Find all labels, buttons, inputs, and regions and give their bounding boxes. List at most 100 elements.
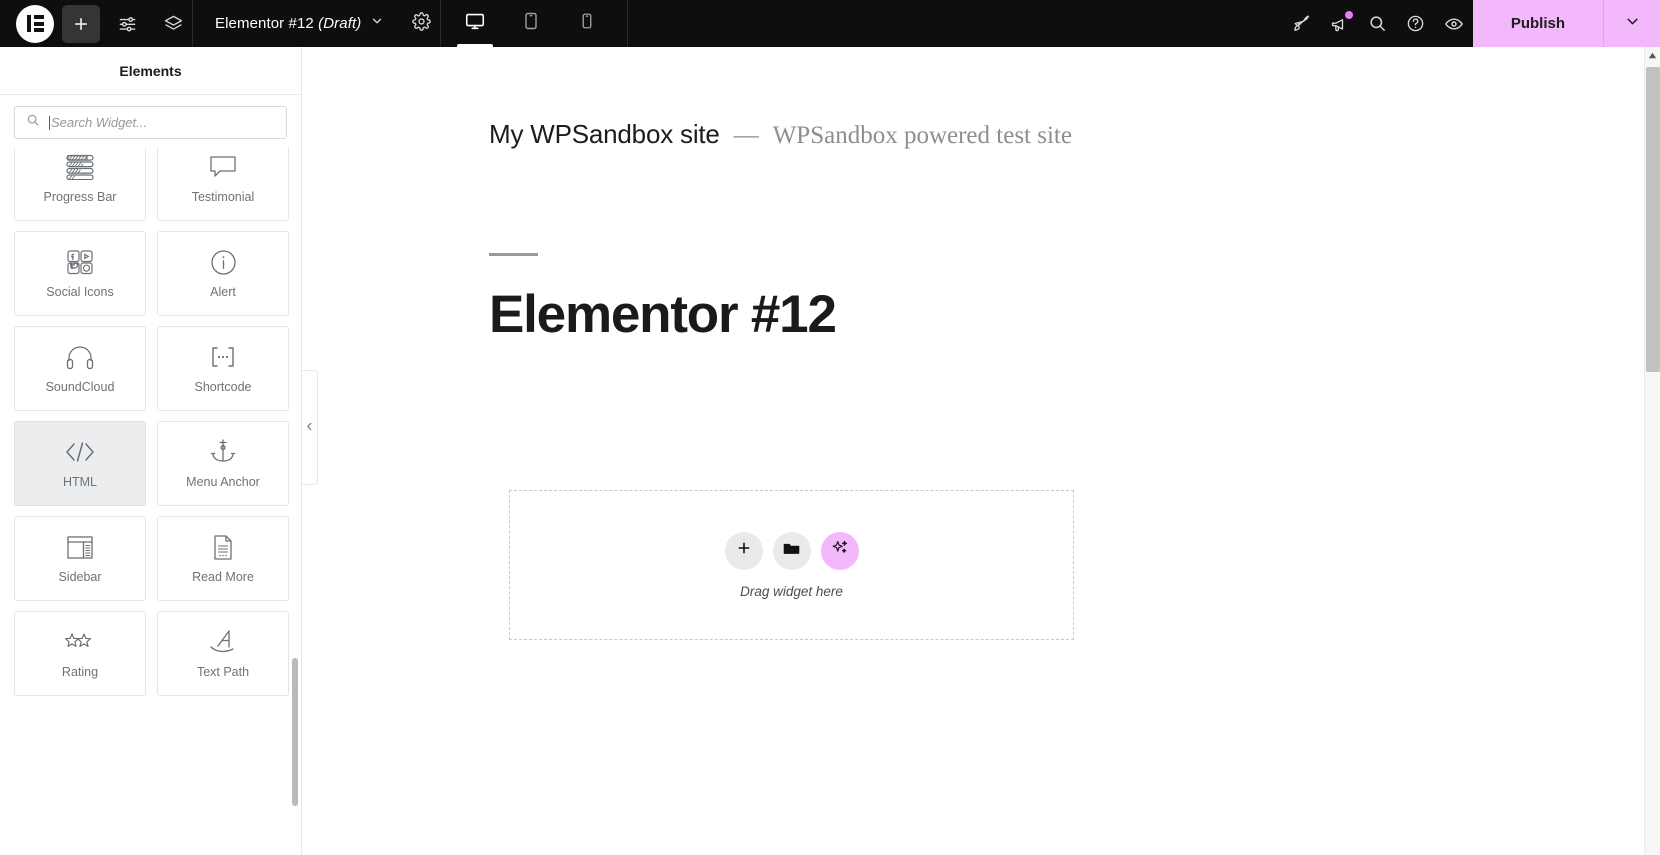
mobile-phone-icon xyxy=(578,12,596,35)
publish-label: Publish xyxy=(1510,15,1565,32)
structure-layers-button[interactable] xyxy=(154,5,192,43)
widget-card-soundcloud[interactable]: SoundCloud xyxy=(14,326,146,411)
code-tags-icon xyxy=(65,438,95,466)
ai-generate-button[interactable] xyxy=(820,531,859,570)
widget-card-progress-bar[interactable]: Progress Bar xyxy=(14,148,146,221)
sparkles-icon xyxy=(831,539,849,562)
widget-card-html[interactable]: HTML xyxy=(14,421,146,506)
widget-search-area xyxy=(0,95,301,148)
widget-card-shortcode[interactable]: Shortcode xyxy=(157,326,289,411)
help-button[interactable] xyxy=(1397,5,1435,43)
scrollbar-thumb[interactable] xyxy=(1646,67,1660,372)
widget-label: Text Path xyxy=(196,665,250,679)
add-template-button[interactable] xyxy=(772,531,811,570)
site-separator: — xyxy=(733,122,759,149)
tablet-icon xyxy=(521,11,541,36)
widget-card-sidebar[interactable]: Sidebar xyxy=(14,516,146,601)
widget-card-rating[interactable]: Rating xyxy=(14,611,146,696)
site-title[interactable]: My WPSandbox site xyxy=(489,119,720,150)
shortcode-brackets-icon xyxy=(208,343,238,371)
tablet-view-button[interactable] xyxy=(503,0,559,47)
document-title-dropdown[interactable]: Elementor #12 (Draft) xyxy=(193,0,402,47)
search-icon xyxy=(1368,14,1387,33)
top-bar-right-group: Publish xyxy=(1283,0,1660,47)
site-branding: My WPSandbox site — WPSandbox powered te… xyxy=(303,47,1644,150)
plus-icon xyxy=(72,15,90,33)
heading-rule xyxy=(489,253,538,256)
document-settings-button[interactable] xyxy=(402,5,440,43)
widget-label: Menu Anchor xyxy=(186,475,260,489)
widget-label: Alert xyxy=(210,285,236,299)
widget-label: Sidebar xyxy=(58,570,102,584)
page-preview-canvas: My WPSandbox site — WPSandbox powered te… xyxy=(303,47,1644,855)
progress-bar-icon xyxy=(65,153,95,181)
widget-card-alert[interactable]: Alert xyxy=(157,231,289,316)
desktop-monitor-icon xyxy=(464,10,486,37)
widget-label: Rating xyxy=(61,665,99,679)
chevron-left-icon xyxy=(304,419,315,437)
elementor-logo[interactable] xyxy=(16,4,54,43)
stars-icon xyxy=(64,628,96,656)
page-title: Elementor #12 xyxy=(489,285,837,344)
widget-card-social-icons[interactable]: Social Icons xyxy=(14,231,146,316)
scroll-up-arrow[interactable] xyxy=(1645,47,1660,64)
panel-scrollbar-thumb[interactable] xyxy=(292,658,298,806)
text-path-icon xyxy=(209,628,237,656)
add-element-button[interactable] xyxy=(62,4,100,43)
top-bar-divider-right xyxy=(627,0,629,47)
chevron-down-icon xyxy=(370,14,384,33)
document-title: Elementor #12 (Draft) xyxy=(215,15,362,32)
widget-label: Progress Bar xyxy=(43,190,117,204)
publish-button[interactable]: Publish xyxy=(1472,0,1603,47)
top-bar-left-group xyxy=(0,0,192,47)
info-circle-icon xyxy=(210,248,237,276)
notification-badge xyxy=(1344,10,1353,19)
publish-options-button[interactable] xyxy=(1604,0,1660,47)
site-settings-button[interactable] xyxy=(108,5,146,43)
dropzone-label: Drag widget here xyxy=(740,583,843,599)
widget-grid: Progress Bar Testimonial Social Icons Al… xyxy=(14,148,289,696)
document-status: (Draft) xyxy=(318,15,362,32)
widget-card-menu-anchor[interactable]: Menu Anchor xyxy=(157,421,289,506)
widget-label: Social Icons xyxy=(46,285,114,299)
widget-label: SoundCloud xyxy=(45,380,115,394)
folder-icon xyxy=(783,540,800,562)
document-page-icon xyxy=(211,533,235,561)
search-input[interactable] xyxy=(50,107,286,138)
panel-header: Elements xyxy=(0,47,301,95)
widget-list-scroll-area: Progress Bar Testimonial Social Icons Al… xyxy=(0,148,301,855)
social-icons-icon xyxy=(66,248,94,276)
widget-card-text-path[interactable]: Text Path xyxy=(157,611,289,696)
help-icon xyxy=(1406,14,1425,33)
sidebar-layout-icon xyxy=(66,533,94,561)
browser-scrollbar[interactable] xyxy=(1644,47,1660,855)
dropzone-buttons xyxy=(724,531,859,570)
panel-collapse-handle[interactable] xyxy=(302,370,318,485)
preview-changes-button[interactable] xyxy=(1435,5,1473,43)
search-button[interactable] xyxy=(1359,5,1397,43)
elementor-editor: Elementor #12 (Draft) Publish Elements S… xyxy=(0,0,1660,855)
plus-icon xyxy=(736,540,752,561)
mobile-view-button[interactable] xyxy=(559,0,615,47)
add-widget-button[interactable] xyxy=(724,531,763,570)
widget-card-read-more[interactable]: Read More xyxy=(157,516,289,601)
notifications-button[interactable] xyxy=(1321,5,1359,43)
rocket-launch-icon xyxy=(1292,14,1311,33)
editor-top-bar: Elementor #12 (Draft) Publish xyxy=(0,0,1660,47)
headphones-icon xyxy=(66,343,94,371)
search-widget-box[interactable] xyxy=(14,106,287,139)
desktop-view-button[interactable] xyxy=(447,0,503,47)
chevron-down-icon xyxy=(1624,13,1641,35)
top-bar-center-group: Elementor #12 (Draft) xyxy=(193,0,440,47)
gear-icon xyxy=(412,11,431,36)
widget-dropzone[interactable]: Drag widget here xyxy=(509,490,1074,640)
responsive-view-switcher xyxy=(441,0,621,47)
widget-label: Testimonial xyxy=(191,190,255,204)
layers-icon xyxy=(164,14,183,33)
site-tagline: WPSandbox powered test site xyxy=(772,122,1072,149)
elementor-logo-glyph xyxy=(26,15,44,32)
search-icon xyxy=(26,113,40,132)
elements-panel: Elements Search Widget... Progress Bar T… xyxy=(0,47,302,855)
widget-card-testimonial[interactable]: Testimonial xyxy=(157,148,289,221)
finder-rocket-button[interactable] xyxy=(1283,5,1321,43)
